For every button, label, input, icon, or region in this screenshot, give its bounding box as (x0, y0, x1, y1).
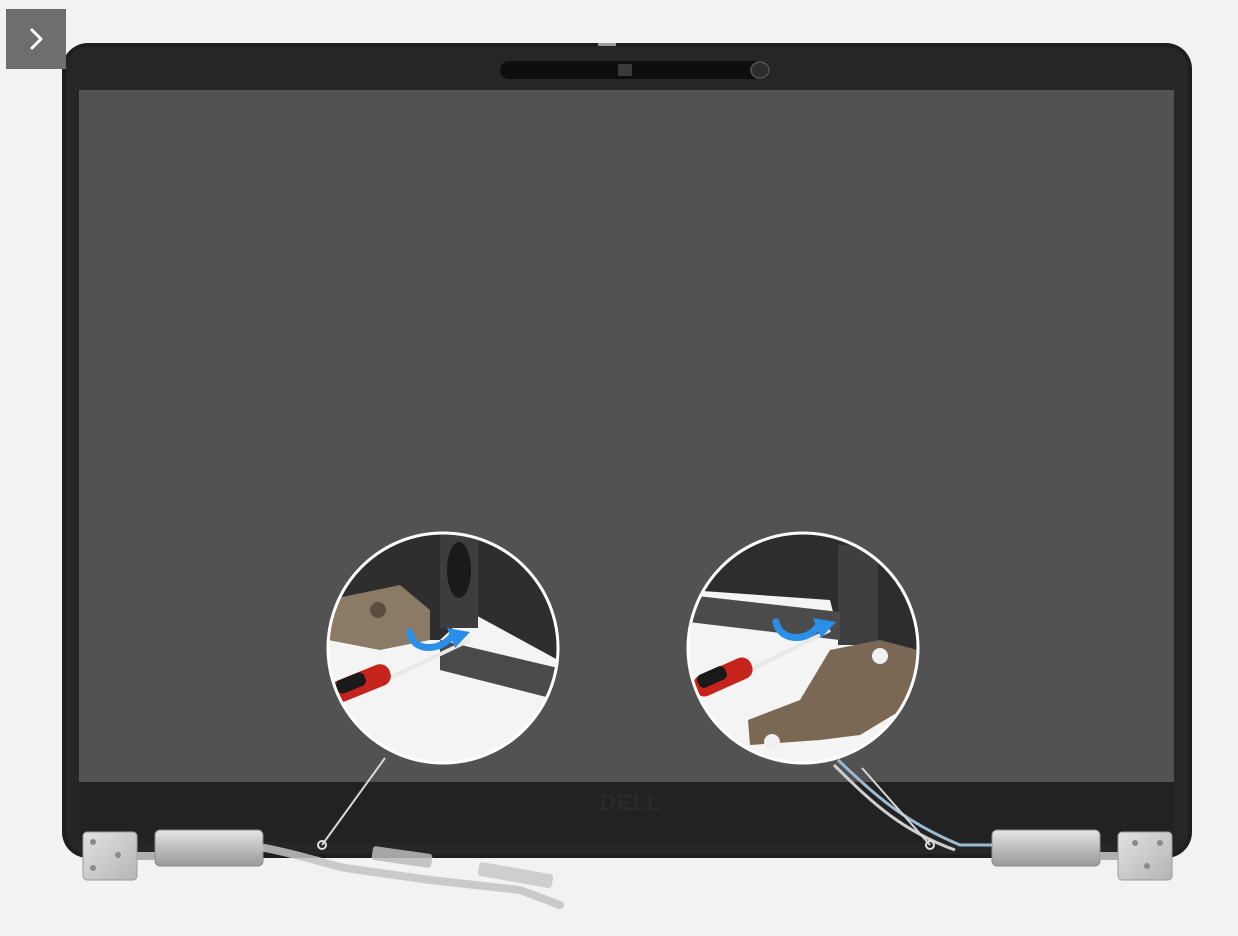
left-callout-zoom (326, 531, 560, 765)
right-hinge (991, 829, 1173, 881)
next-button[interactable] (6, 9, 66, 69)
left-hinge (82, 829, 264, 881)
dell-logo: DELL (600, 790, 661, 815)
illustration-canvas: DELL (62, 43, 1192, 909)
display-assembly-illustration: DELL (0, 0, 1238, 931)
right-callout-zoom (686, 531, 920, 765)
chevron-right-icon (30, 28, 43, 50)
lcd-panel (79, 90, 1174, 782)
